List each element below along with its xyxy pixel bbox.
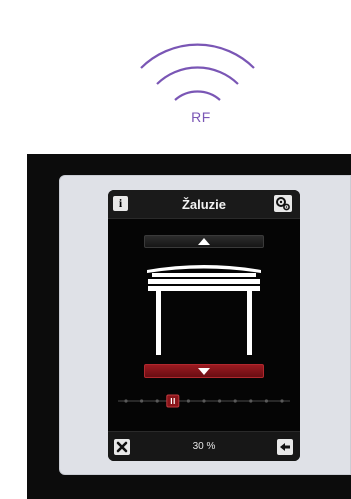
settings-button[interactable]	[274, 195, 292, 212]
page-title: Žaluzie	[181, 197, 227, 212]
info-icon: i	[118, 196, 123, 210]
header-bar: i Žaluzie	[108, 190, 300, 219]
slider-tick	[249, 399, 253, 403]
rf-label: RF	[191, 109, 211, 125]
gears-icon	[276, 197, 290, 211]
slider-thumb	[166, 394, 180, 408]
up-button[interactable]	[144, 235, 264, 248]
arrow-left-icon	[280, 443, 290, 451]
position-value: 30 %	[192, 441, 216, 452]
arrow-down-icon	[198, 368, 210, 375]
touch-screen: i Žaluzie 30 %	[108, 190, 300, 461]
position-slider[interactable]	[118, 394, 290, 408]
slider-tick	[264, 399, 268, 403]
slider-tick	[124, 399, 128, 403]
close-button[interactable]	[114, 439, 130, 455]
slider-tick	[155, 399, 159, 403]
slider-tick	[233, 399, 237, 403]
back-button[interactable]	[277, 439, 293, 455]
down-button[interactable]	[144, 364, 264, 378]
close-icon	[116, 441, 128, 453]
wireless-signal-icon	[140, 43, 255, 101]
slider-tick	[186, 399, 190, 403]
slider-tick	[202, 399, 206, 403]
arrow-up-icon	[198, 238, 210, 245]
footer-bar: 30 %	[108, 431, 300, 461]
info-button[interactable]: i	[113, 196, 128, 211]
blind-icon	[147, 265, 261, 355]
slider-tick	[140, 399, 144, 403]
slider-tick	[218, 399, 222, 403]
slider-tick	[280, 399, 284, 403]
